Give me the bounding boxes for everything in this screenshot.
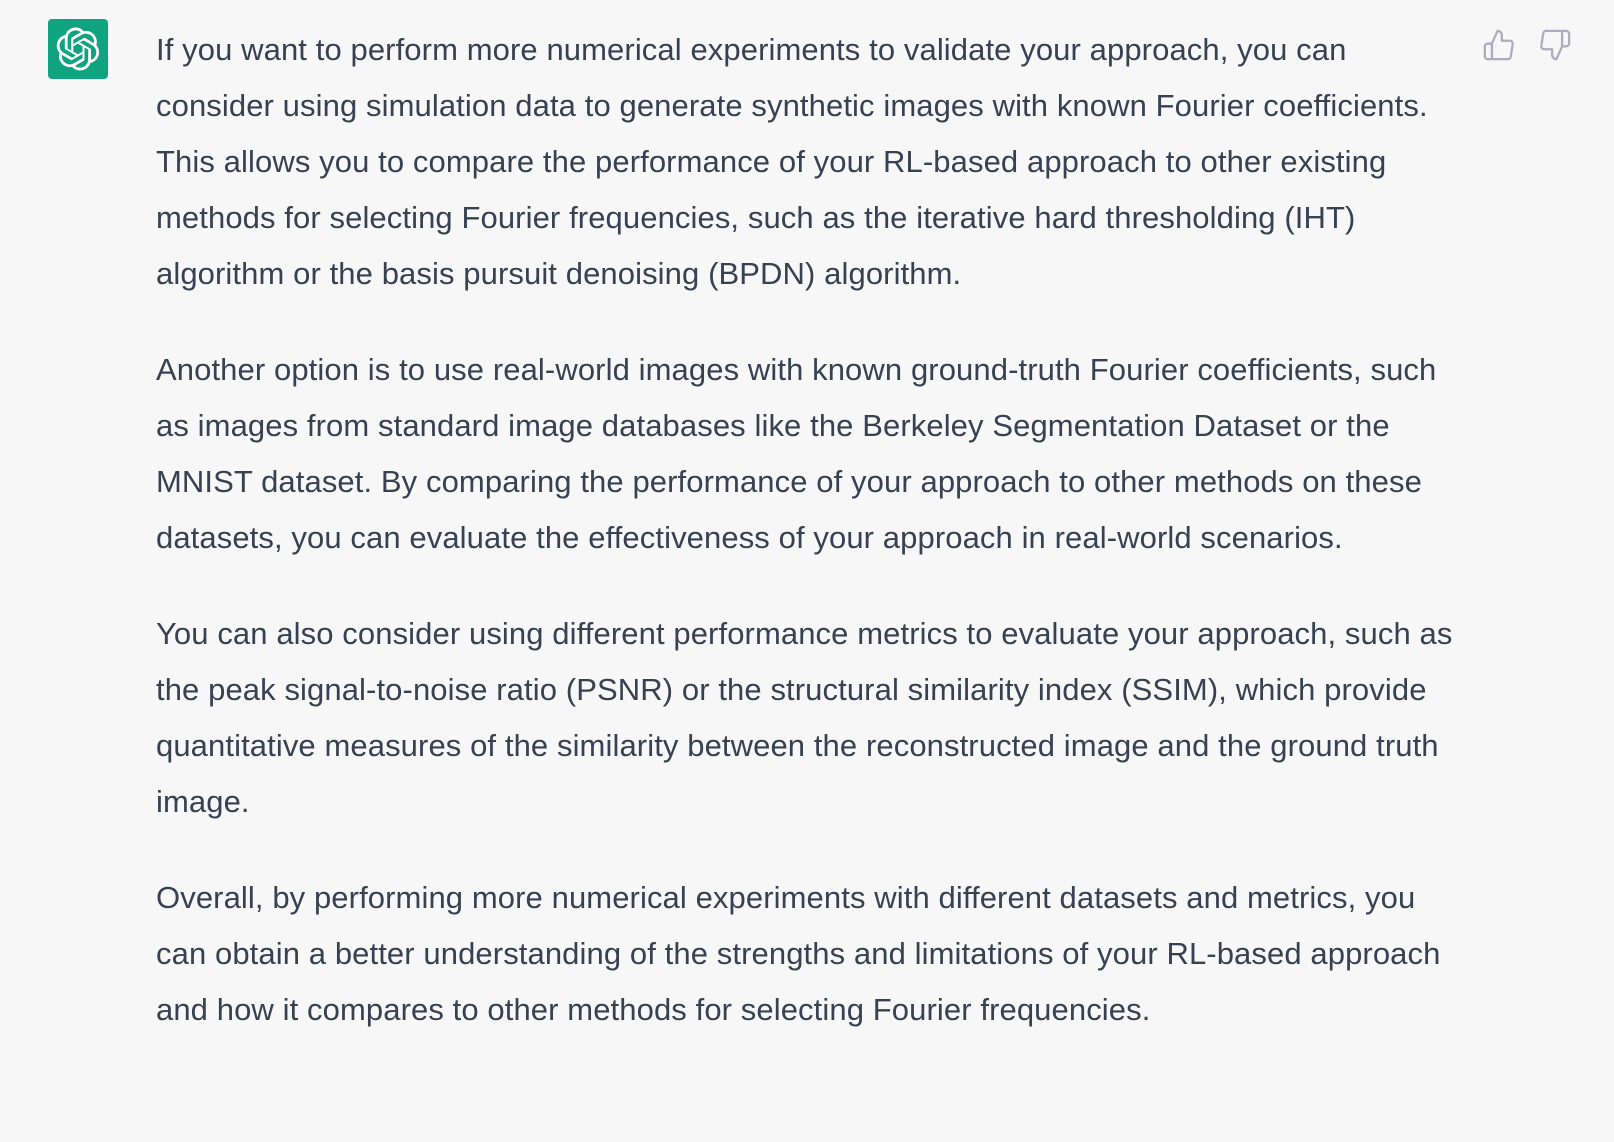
thumbs-down-icon: [1540, 29, 1571, 61]
thumbs-down-button[interactable]: [1538, 26, 1572, 64]
message-paragraph: If you want to perform more numerical ex…: [156, 32, 1428, 291]
feedback-buttons: [1482, 26, 1572, 64]
openai-logo-icon: [48, 19, 108, 79]
message-paragraph: Another option is to use real-world imag…: [156, 352, 1437, 555]
thumbs-up-button[interactable]: [1482, 26, 1516, 64]
thumbs-up-icon: [1483, 29, 1514, 61]
message-content: If you want to perform more numerical ex…: [156, 22, 1456, 1078]
message-paragraph: You can also consider using different pe…: [156, 616, 1453, 819]
assistant-message: If you want to perform more numerical ex…: [0, 0, 1614, 1142]
message-paragraph: Overall, by performing more numerical ex…: [156, 880, 1441, 1027]
